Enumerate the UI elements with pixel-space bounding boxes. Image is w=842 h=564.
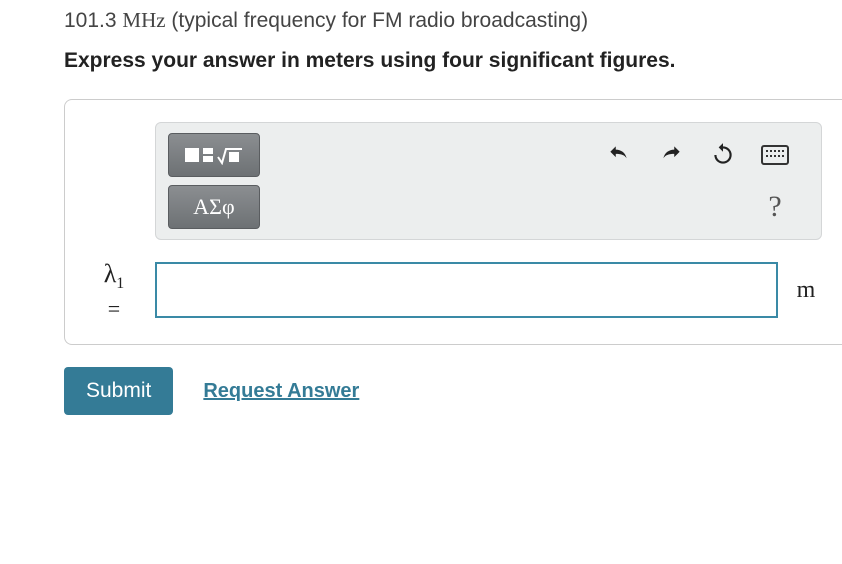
instruction-text: Express your answer in meters using four… (64, 47, 842, 75)
redo-button[interactable] (655, 139, 687, 171)
greek-symbols-label: ΑΣφ (193, 194, 234, 220)
equation-toolbar: ΑΣφ ? (155, 122, 822, 240)
variable-subscript: 1 (116, 276, 124, 293)
undo-icon (606, 142, 632, 168)
equals-sign: = (85, 296, 143, 322)
keyboard-button[interactable] (759, 139, 791, 171)
answer-unit: m (790, 277, 822, 304)
question-text: 101.3 MHz (typical frequency for FM radi… (64, 8, 842, 33)
submit-button[interactable]: Submit (64, 367, 173, 415)
action-row: Submit Request Answer (64, 367, 842, 415)
redo-icon (658, 142, 684, 168)
help-icon: ? (768, 190, 781, 224)
answer-panel: ΑΣφ ? λ1 = m (64, 99, 842, 345)
request-answer-link[interactable]: Request Answer (203, 380, 359, 403)
answer-input[interactable] (155, 262, 778, 318)
variable-label: λ1 = (85, 258, 143, 322)
frequency-unit: MHz (122, 8, 165, 32)
math-templates-icon (185, 145, 243, 165)
frequency-value: 101.3 (64, 9, 117, 32)
undo-button[interactable] (603, 139, 635, 171)
variable-symbol: λ (104, 259, 117, 288)
math-templates-button[interactable] (168, 133, 260, 177)
answer-row: λ1 = m (85, 258, 822, 322)
greek-symbols-button[interactable]: ΑΣφ (168, 185, 260, 229)
reset-icon (710, 142, 736, 168)
keyboard-icon (761, 145, 789, 165)
reset-button[interactable] (707, 139, 739, 171)
frequency-description: (typical frequency for FM radio broadcas… (171, 9, 588, 32)
help-button[interactable]: ? (759, 191, 791, 223)
